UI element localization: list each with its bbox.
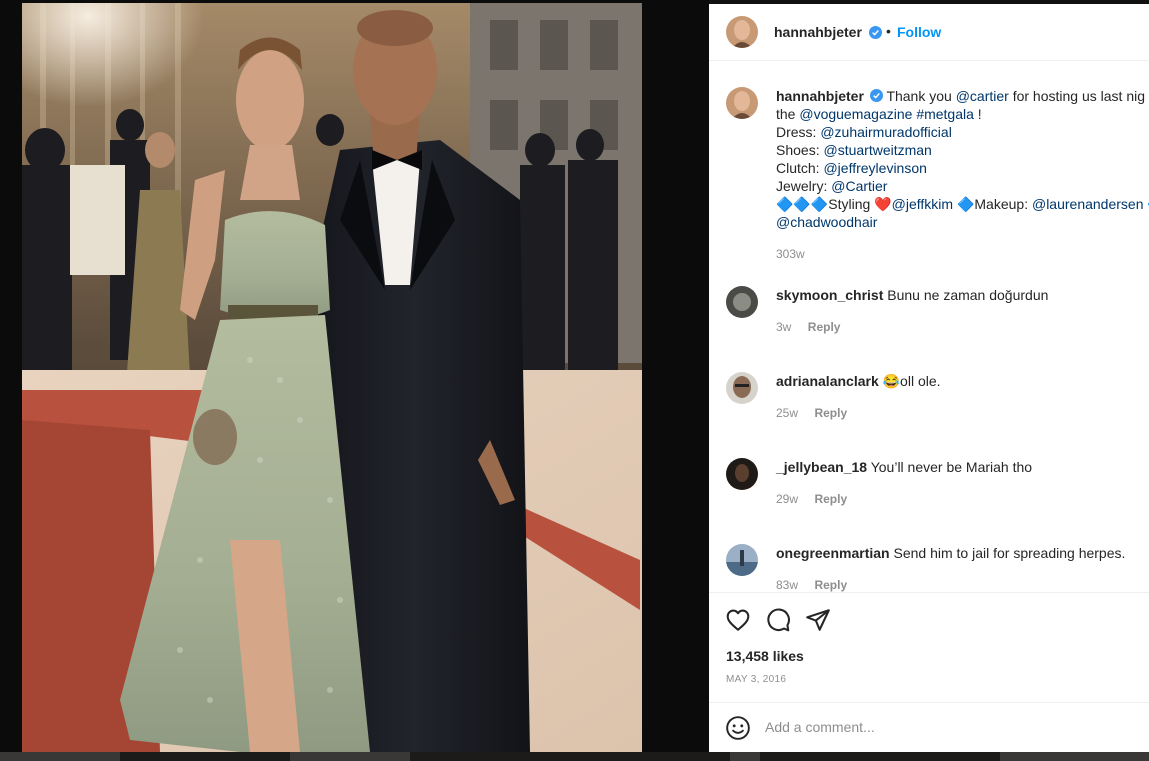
commenter-username[interactable]: skymoon_christ	[776, 287, 883, 303]
mention-makeup[interactable]: @laurenandersen	[1032, 196, 1144, 212]
comment-text: You’ll never be Mariah tho	[870, 459, 1033, 475]
author-avatar-image	[726, 16, 758, 48]
post-date: MAY 3, 2016	[726, 674, 787, 685]
mention-styling[interactable]: @jeffkkim	[892, 196, 953, 212]
add-comment-row	[709, 702, 1149, 752]
commenter-avatar[interactable]	[726, 458, 758, 490]
mention-clutch[interactable]: @jeffreylevinson	[823, 160, 926, 176]
commenter-avatar[interactable]	[726, 286, 758, 318]
commenter-avatar-image	[726, 544, 758, 576]
mention-hair[interactable]: @chadwoodhair	[776, 214, 877, 230]
caption-text: !	[977, 106, 982, 122]
comment-input[interactable]	[765, 716, 1125, 738]
commenter-avatar-image	[726, 372, 758, 404]
reply-button[interactable]: Reply	[808, 320, 841, 334]
comment-age[interactable]: 83w	[776, 578, 798, 592]
caption-age[interactable]: 303w	[776, 245, 1149, 263]
hashtag-metgala[interactable]: #metgala	[916, 106, 974, 122]
post-header: hannahbjeter • Follow	[709, 4, 1149, 61]
paper-plane-icon[interactable]	[805, 607, 831, 633]
verified-badge-icon	[869, 26, 882, 39]
commenter-username[interactable]: onegreenmartian	[776, 545, 890, 561]
reply-button[interactable]: Reply	[814, 578, 847, 592]
caption-label: Jewelry:	[776, 178, 828, 194]
likes-count[interactable]: 13,458 likes	[726, 648, 804, 664]
caption-label: Clutch:	[776, 160, 820, 176]
caption-label: Dress:	[776, 124, 817, 140]
commenter-username[interactable]: adrianalanclark	[776, 373, 879, 389]
heart-icon[interactable]	[725, 607, 751, 633]
caption-username[interactable]: hannahbjeter	[776, 88, 864, 104]
comment-text: 😂oll ole.	[882, 373, 941, 389]
caption-text: 🔷🔷🔷Styling ❤️	[776, 196, 892, 212]
commenter-avatar[interactable]	[726, 544, 758, 576]
comment-age[interactable]: 25w	[776, 406, 798, 420]
comment-text: Send him to jail for spreading herpes.	[893, 545, 1126, 561]
commenter-avatar-image	[726, 286, 758, 318]
caption-author-avatar[interactable]	[726, 87, 758, 119]
commenter-username[interactable]: _jellybean_18	[776, 459, 867, 475]
mention-voguemagazine[interactable]: @voguemagazine	[799, 106, 912, 122]
header-separator: •	[886, 23, 891, 39]
follow-button[interactable]: Follow	[897, 24, 941, 40]
mention-shoes[interactable]: @stuartweitzman	[823, 142, 931, 158]
author-avatar[interactable]	[726, 16, 758, 48]
reply-button[interactable]: Reply	[814, 406, 847, 420]
background-feed-strip	[0, 752, 1149, 761]
caption-text: for hosting us last nig	[1012, 88, 1145, 104]
mention-dress[interactable]: @zuhairmuradofficial	[820, 124, 951, 140]
mention-cartier[interactable]: @cartier	[956, 88, 1009, 104]
caption-text: Thank you	[886, 88, 952, 104]
post-actions-section: 13,458 likes MAY 3, 2016	[709, 592, 1149, 752]
comment-text: Bunu ne zaman doğurdun	[887, 287, 1049, 303]
author-username[interactable]: hannahbjeter	[774, 24, 862, 40]
post-image	[0, 0, 709, 761]
post-details-panel: hannahbjeter • Follow hannahbjeter Thank…	[709, 4, 1149, 752]
comment-age[interactable]: 3w	[776, 320, 791, 334]
caption-text: the	[776, 106, 796, 122]
mention-jewelry[interactable]: @Cartier	[831, 178, 887, 194]
comment-bubble-icon[interactable]	[765, 607, 791, 633]
emoji-icon[interactable]	[725, 715, 751, 741]
post-photo[interactable]	[0, 0, 709, 761]
comment-age[interactable]: 29w	[776, 492, 798, 506]
commenter-avatar-image	[726, 458, 758, 490]
caption-label: Shoes:	[776, 142, 820, 158]
post-caption: hannahbjeter Thank you @cartier for host…	[776, 87, 1149, 263]
reply-button[interactable]: Reply	[814, 492, 847, 506]
commenter-avatar[interactable]	[726, 372, 758, 404]
verified-badge-icon	[869, 89, 883, 102]
caption-avatar-image	[726, 87, 758, 119]
caption-text: 🔷Makeup:	[956, 196, 1029, 212]
